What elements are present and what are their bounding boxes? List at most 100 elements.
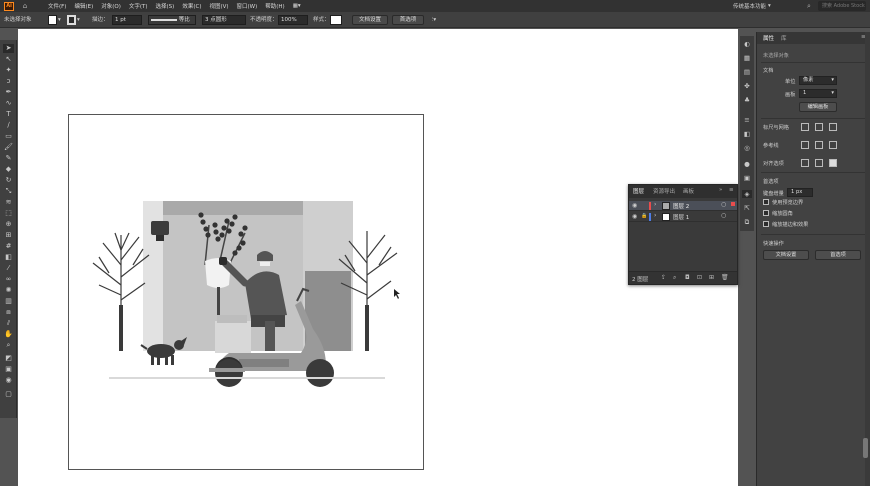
stock-search-input[interactable]: 搜索 Adobe Stock <box>818 1 866 11</box>
magic-wand-tool-icon[interactable]: ✦ <box>3 66 14 75</box>
menu-edit[interactable]: 编辑(E) <box>74 2 93 10</box>
brush-select[interactable]: 3 点圆形 <box>202 15 246 25</box>
chevron-right-icon[interactable]: › <box>654 201 656 208</box>
menu-file[interactable]: 文件(F) <box>48 2 66 10</box>
menu-effect[interactable]: 效果(C) <box>182 2 201 10</box>
fill-stroke-swatches-icon[interactable]: ◩ <box>3 354 14 363</box>
workspace-switcher[interactable]: 传统基本功能 ▾ <box>733 1 771 11</box>
smart-guides-icon[interactable] <box>815 141 823 149</box>
swatches-icon[interactable]: ▤ <box>742 68 752 76</box>
tab-libraries[interactable]: 库 <box>781 34 787 42</box>
curvature-tool-icon[interactable]: ∿ <box>3 99 14 108</box>
column-graph-tool-icon[interactable]: ▥ <box>3 297 14 306</box>
opacity-label[interactable]: 不透明度： <box>250 15 278 25</box>
rotate-tool-icon[interactable]: ↻ <box>3 176 14 185</box>
align-to-key-icon[interactable] <box>815 159 823 167</box>
paintbrush-tool-icon[interactable]: 🖌 <box>3 143 14 152</box>
chevron-down-icon[interactable]: ▾ <box>77 15 80 25</box>
panel-menu-icon[interactable]: ≡ <box>729 187 734 193</box>
menu-window[interactable]: 窗口(W) <box>237 2 258 10</box>
layers-icon[interactable]: ◈ <box>742 190 752 198</box>
eye-icon[interactable]: ◉ <box>632 202 637 209</box>
blend-tool-icon[interactable]: ∞ <box>3 275 14 284</box>
symbol-sprayer-tool-icon[interactable]: ✺ <box>3 286 14 295</box>
graphic-styles-icon[interactable]: ▣ <box>742 174 752 182</box>
pen-tool-icon[interactable]: ✒ <box>3 88 14 97</box>
arrange-docs-icon[interactable]: ▦▾ <box>293 3 301 9</box>
artboard[interactable] <box>68 114 424 470</box>
search-icon[interactable]: ⌕ <box>804 1 814 11</box>
shape-builder-tool-icon[interactable]: ⊕ <box>3 220 14 229</box>
menu-type[interactable]: 文字(T) <box>129 2 148 10</box>
lock-icon[interactable]: 🔒 <box>641 213 647 219</box>
scale-strokes-checkbox[interactable] <box>763 221 769 227</box>
align-icon[interactable]: ⫶▾ <box>432 15 436 25</box>
doc-setup-button[interactable]: 文档设置 <box>763 250 809 260</box>
preferences-button[interactable]: 首选项 <box>815 250 861 260</box>
artboards-icon[interactable]: ⧉ <box>742 218 752 226</box>
guides-icon[interactable] <box>801 141 809 149</box>
gradient-tool-icon[interactable]: ◧ <box>3 253 14 262</box>
tab-layers[interactable]: 图层 <box>633 187 644 195</box>
lock-guides-icon[interactable] <box>829 141 837 149</box>
stroke-panel-icon[interactable]: ≡ <box>742 116 752 124</box>
scale-corners-checkbox[interactable] <box>763 210 769 216</box>
color-guide-icon[interactable]: ▦ <box>742 54 752 62</box>
align-to-artboard-icon[interactable] <box>829 159 837 167</box>
tab-asset-export[interactable]: 资源导出 <box>653 187 675 195</box>
artboard-select[interactable]: 1 ▾ <box>799 89 837 98</box>
color-panel-icon[interactable]: ◐ <box>742 40 752 48</box>
ruler-icon[interactable] <box>801 123 809 131</box>
menu-object[interactable]: 对象(O) <box>101 2 121 10</box>
eraser-tool-icon[interactable]: ◆ <box>3 165 14 174</box>
target-icon[interactable]: ○ <box>721 201 726 208</box>
clip-mask-icon[interactable]: ◘ <box>685 274 690 281</box>
symbols-icon[interactable]: ♣ <box>742 96 752 104</box>
chevron-down-icon[interactable]: ▾ <box>58 15 61 25</box>
stroke-profile-select[interactable]: 等比 <box>148 15 196 25</box>
trash-icon[interactable]: 🗑 <box>721 274 729 281</box>
line-tool-icon[interactable]: ∕ <box>3 121 14 130</box>
eye-icon[interactable]: ◉ <box>632 213 637 220</box>
grid-icon[interactable] <box>815 123 823 131</box>
menu-select[interactable]: 选择(S) <box>156 2 175 10</box>
mesh-tool-icon[interactable]: # <box>3 242 14 251</box>
slice-tool-icon[interactable]: ⫽ <box>3 319 14 328</box>
properties-scrollbar[interactable] <box>865 32 870 486</box>
brushes-icon[interactable]: ✤ <box>742 82 752 90</box>
type-tool-icon[interactable]: T <box>3 110 14 119</box>
color-mode-icon[interactable]: ▣ <box>3 365 14 374</box>
shaper-tool-icon[interactable]: ✎ <box>3 154 14 163</box>
direct-selection-tool-icon[interactable]: ↖ <box>3 55 14 64</box>
zoom-tool-icon[interactable]: ⌕ <box>3 341 14 350</box>
preferences-button[interactable]: 首选项 <box>392 15 424 25</box>
scale-tool-icon[interactable]: ⤡ <box>3 187 14 196</box>
opacity-input[interactable]: 100% <box>278 15 308 25</box>
menu-view[interactable]: 视图(V) <box>209 2 228 10</box>
export-icon[interactable]: ⇪ <box>661 274 666 281</box>
preview-bounds-checkbox[interactable] <box>763 199 769 205</box>
doc-setup-button[interactable]: 文档设置 <box>352 15 388 25</box>
gradient-panel-icon[interactable]: ◧ <box>742 130 752 138</box>
artboard-tool-icon[interactable]: ⧈ <box>3 308 14 317</box>
graphic-style-swatch[interactable] <box>330 15 342 25</box>
drawing-mode-icon[interactable]: ◉ <box>3 376 14 385</box>
transparency-icon[interactable]: ◎ <box>742 144 752 152</box>
menu-help[interactable]: 帮助(H) <box>265 2 284 10</box>
stroke-label[interactable]: 描边： <box>92 15 109 25</box>
align-to-selection-icon[interactable] <box>801 159 809 167</box>
hand-tool-icon[interactable]: ✋ <box>3 330 14 339</box>
stroke-swatch[interactable] <box>67 15 76 25</box>
search-icon[interactable]: ⌕ <box>673 274 676 282</box>
keyboard-increment-input[interactable]: 1 px <box>787 188 813 197</box>
layer-name[interactable]: 图层 2 <box>673 202 689 210</box>
home-icon[interactable]: ⌂ <box>20 2 30 11</box>
free-transform-tool-icon[interactable]: ⬚ <box>3 209 14 218</box>
pixel-grid-icon[interactable] <box>829 123 837 131</box>
target-icon[interactable]: ○ <box>721 212 726 219</box>
perspective-grid-tool-icon[interactable]: ⊞ <box>3 231 14 240</box>
collapse-icon[interactable]: » <box>719 187 722 193</box>
eyedropper-tool-icon[interactable]: ⁄ <box>3 264 14 273</box>
new-layer-icon[interactable]: ⊞ <box>709 274 714 281</box>
new-sublayer-icon[interactable]: ⊡ <box>697 274 702 281</box>
